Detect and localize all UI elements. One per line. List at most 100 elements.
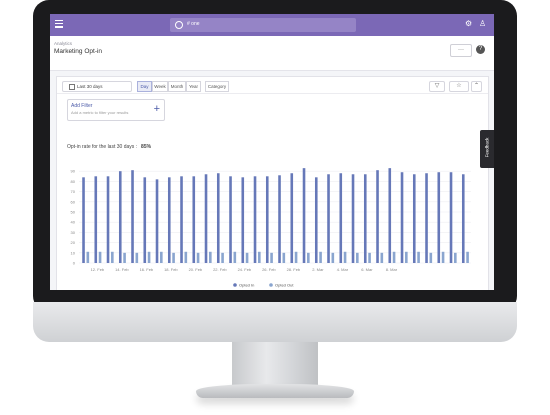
granularity-week[interactable]: Week bbox=[152, 81, 168, 92]
bar-opted-out bbox=[417, 251, 420, 263]
hamburger-menu-icon[interactable] bbox=[55, 20, 63, 28]
x-tick-label: 22. Feb bbox=[213, 267, 227, 272]
bar-opted-in bbox=[143, 177, 147, 263]
y-tick-label: 20 bbox=[71, 240, 76, 245]
report-card: Last 30 days Day Week Month Year Categor… bbox=[56, 76, 489, 290]
bar-opted-out bbox=[172, 252, 175, 263]
bar-opted-out bbox=[429, 252, 433, 263]
granularity-month[interactable]: Month bbox=[168, 81, 186, 92]
bar-opted-in bbox=[351, 174, 355, 263]
bar-opted-out bbox=[98, 251, 102, 263]
x-tick-label: 16. Feb bbox=[140, 267, 154, 272]
granularity-day[interactable]: Day bbox=[137, 81, 152, 92]
add-filter-subtitle: Add a metric to filter your results bbox=[71, 110, 129, 115]
collapse-icon[interactable]: ⌃ bbox=[471, 81, 482, 92]
granularity-year[interactable]: Year bbox=[186, 81, 201, 92]
x-tick-label: 14. Feb bbox=[115, 267, 129, 272]
bar-opted-in bbox=[131, 170, 134, 263]
bar-opted-in bbox=[327, 174, 330, 263]
x-tick-label: 26. Feb bbox=[262, 267, 276, 272]
bar-opted-out bbox=[405, 251, 408, 263]
bar-opted-out bbox=[392, 251, 396, 263]
bar-opted-out bbox=[307, 252, 310, 263]
bar-opted-in bbox=[241, 177, 245, 263]
favorite-icon[interactable]: ☆ bbox=[449, 81, 469, 92]
bar-opted-in bbox=[314, 177, 318, 263]
breadcrumb[interactable]: Analytics bbox=[54, 41, 72, 46]
bar-opted-in bbox=[278, 175, 281, 263]
bar-opted-out bbox=[356, 252, 359, 263]
y-tick-label: 30 bbox=[71, 230, 76, 235]
search-icon bbox=[175, 21, 183, 29]
monitor-base bbox=[196, 384, 354, 398]
plus-icon[interactable]: + bbox=[154, 103, 160, 115]
opt-in-rate-value: 85% bbox=[141, 144, 152, 150]
user-icon[interactable]: ♙ bbox=[479, 20, 486, 28]
bar-opted-out bbox=[196, 252, 200, 263]
bar-opted-in bbox=[253, 176, 257, 263]
legend-marker bbox=[269, 283, 273, 287]
date-range-picker[interactable]: Last 30 days bbox=[62, 81, 132, 92]
x-tick-label: 24. Feb bbox=[238, 267, 252, 272]
y-tick-label: 80 bbox=[71, 179, 76, 184]
bar-opted-out bbox=[466, 251, 469, 263]
feedback-label: Feedback bbox=[484, 137, 490, 158]
x-tick-label: 4. Mar bbox=[337, 267, 349, 272]
bar-opted-in bbox=[363, 174, 367, 263]
bell-icon[interactable]: ⚙ bbox=[465, 20, 472, 28]
monitor-stand bbox=[232, 342, 318, 386]
x-tick-label: 2. Mar bbox=[312, 267, 324, 272]
opt-in-rate-summary: Opt-in rate for the last 30 days :85% bbox=[67, 144, 151, 150]
bar-opted-out bbox=[454, 252, 457, 263]
bar-opted-in bbox=[216, 173, 220, 263]
date-range-label: Last 30 days bbox=[77, 83, 103, 89]
y-tick-label: 60 bbox=[71, 199, 76, 204]
bar-opted-out bbox=[258, 251, 261, 263]
x-tick-label: 18. Feb bbox=[164, 267, 178, 272]
category-button[interactable]: Category bbox=[205, 81, 229, 92]
bar-opted-in bbox=[106, 176, 110, 263]
bar-opted-in bbox=[155, 179, 159, 263]
feedback-tab[interactable]: Feedback bbox=[480, 130, 494, 168]
bar-opted-in bbox=[339, 173, 343, 263]
help-icon[interactable]: ? bbox=[476, 45, 485, 54]
bar-opted-out bbox=[123, 252, 126, 263]
x-tick-label: 12. Feb bbox=[91, 267, 105, 272]
page-title: Marketing Opt-in bbox=[54, 48, 103, 55]
more-options-button[interactable]: ··· bbox=[450, 44, 472, 57]
bar-opted-in bbox=[400, 172, 404, 263]
bar-opted-in bbox=[118, 171, 122, 263]
filter-icon[interactable]: ▽ bbox=[429, 81, 445, 92]
bar-opted-out bbox=[368, 252, 371, 263]
bar-opted-out bbox=[147, 251, 151, 263]
x-tick-label: 6. Mar bbox=[361, 267, 373, 272]
top-bar: # one ⚙ ♙ bbox=[50, 14, 494, 36]
bar-opted-in bbox=[302, 168, 306, 263]
y-tick-label: 90 bbox=[71, 169, 76, 174]
y-tick-label: 70 bbox=[71, 189, 76, 194]
bar-opted-in bbox=[229, 176, 232, 263]
search-input[interactable]: # one bbox=[170, 18, 356, 32]
bar-opted-in bbox=[82, 177, 85, 263]
bar-opted-out bbox=[221, 252, 224, 263]
bar-opted-in bbox=[388, 168, 392, 263]
report-toolbar: Last 30 days Day Week Month Year Categor… bbox=[57, 77, 488, 94]
add-filter-panel[interactable]: Add Filter Add a metric to filter your r… bbox=[67, 99, 165, 121]
bar-opted-in bbox=[376, 170, 379, 263]
y-tick-label: 50 bbox=[71, 210, 76, 215]
bar-opted-out bbox=[233, 251, 237, 263]
search-text: # one bbox=[187, 21, 200, 27]
opt-in-bar-chart: 0 10 20 30 40 50 60 70 80 90 12. Feb 14. Feb 16. Feb… bbox=[71, 168, 471, 288]
page-header: Analytics Marketing Opt-in ··· ? bbox=[50, 36, 494, 71]
bar-opted-out bbox=[282, 252, 286, 263]
bar-opted-out bbox=[184, 251, 188, 263]
bar-opted-out bbox=[160, 251, 163, 263]
bar-opted-in bbox=[180, 176, 183, 263]
opt-in-rate-label: Opt-in rate for the last 30 days : bbox=[67, 144, 138, 150]
bar-opted-in bbox=[425, 173, 428, 263]
legend-marker bbox=[233, 283, 237, 287]
bar-opted-out bbox=[441, 251, 445, 263]
bar-opted-out bbox=[245, 252, 249, 263]
bar-opted-out bbox=[86, 251, 90, 263]
x-tick-label: 20. Feb bbox=[189, 267, 203, 272]
